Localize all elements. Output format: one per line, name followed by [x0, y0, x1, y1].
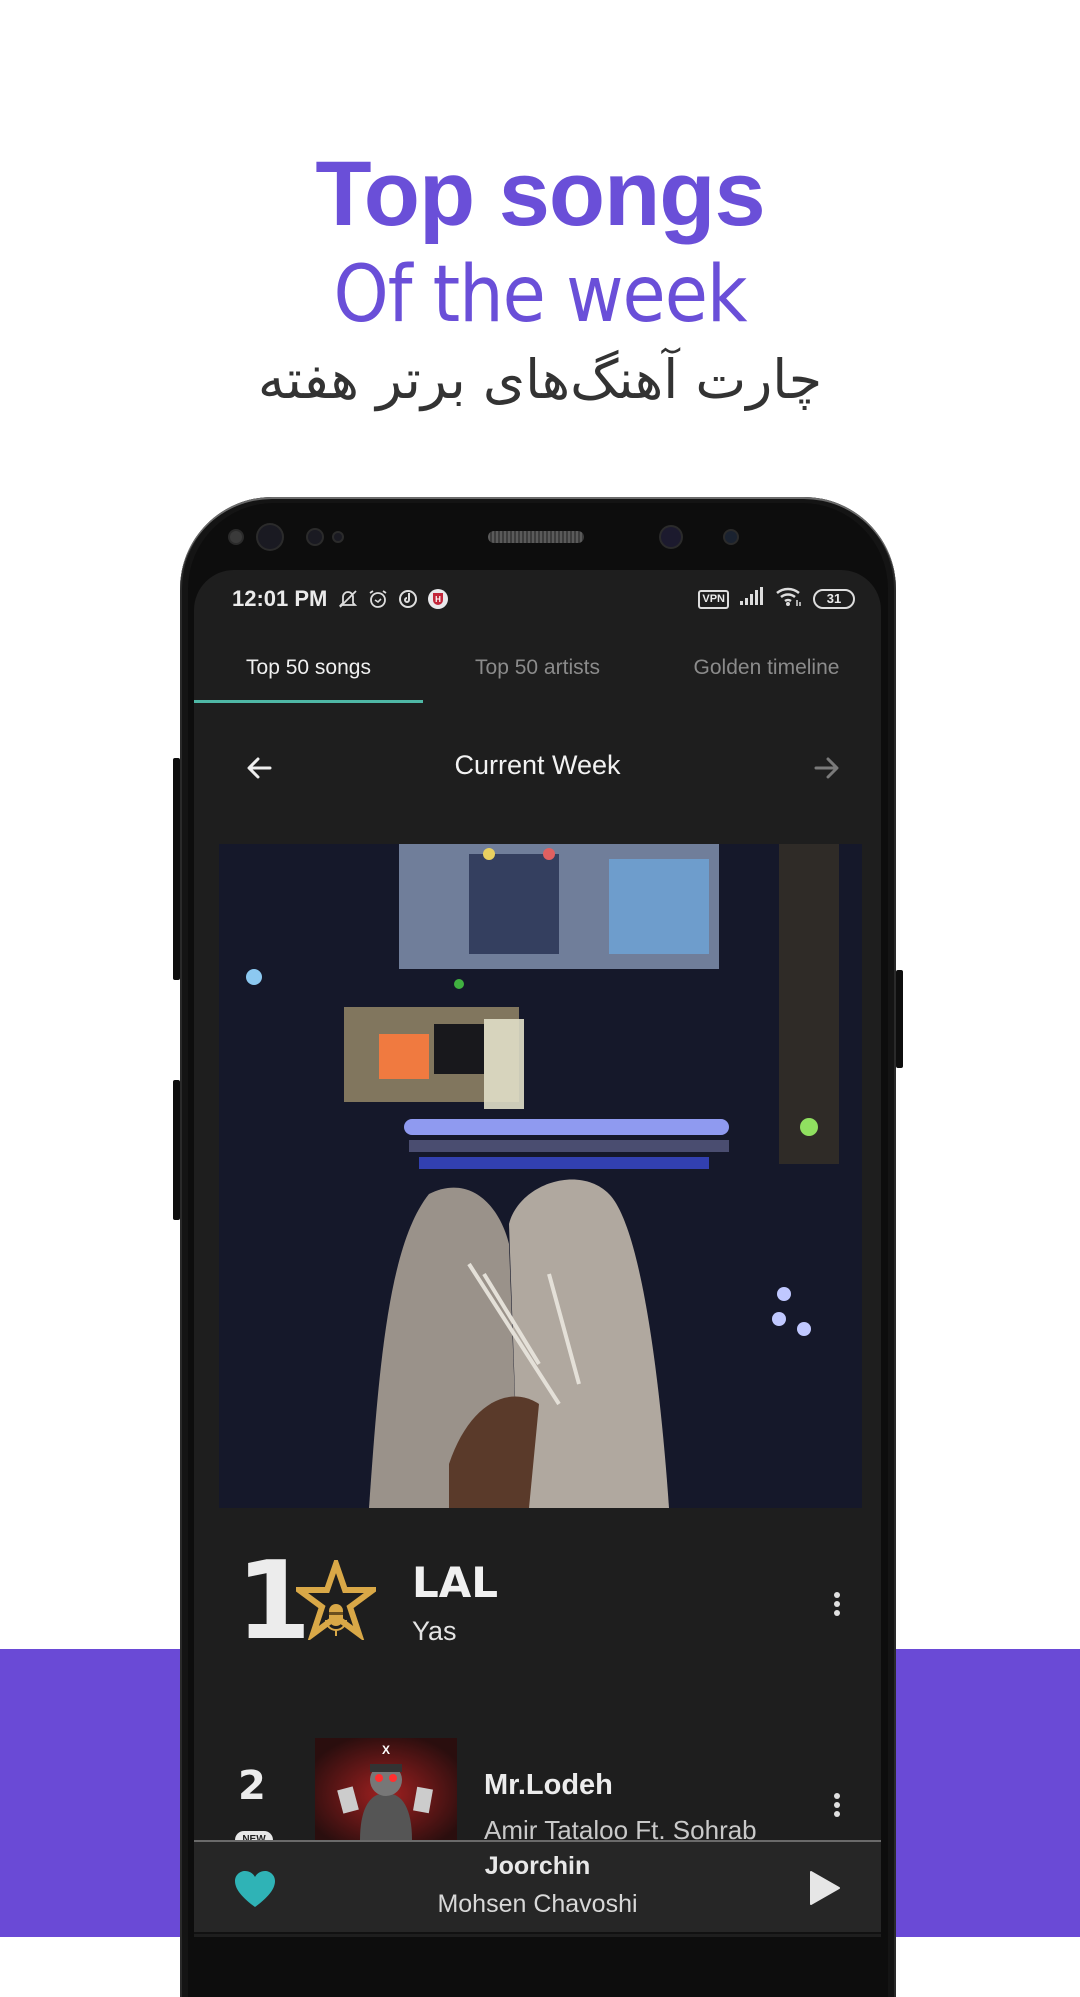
status-time: 12:01 PM: [232, 586, 328, 611]
now-playing-artist: Mohsen Chavoshi: [437, 1890, 638, 1918]
bixby-button: [173, 1080, 180, 1220]
power-button: [896, 970, 903, 1068]
iris-camera: [661, 527, 681, 547]
bell-off-icon: [337, 588, 359, 610]
tab-top-50-artists[interactable]: Top 50 artists: [423, 636, 652, 700]
chart-row-2[interactable]: 2 NEW X Mr.Lodeh Amir Tataloo Ft. Sohrab: [194, 1735, 881, 1849]
active-tab-indicator: [194, 700, 423, 703]
star-microphone-icon: [289, 1554, 383, 1643]
mini-player[interactable]: Joorchin Mohsen Chavoshi: [194, 1840, 881, 1934]
rank-number: 2: [238, 1763, 266, 1809]
front-camera: [258, 525, 282, 549]
week-title: Current Week: [454, 750, 621, 780]
week-navigator: Current Week: [194, 740, 881, 800]
sensor: [334, 533, 342, 541]
phone-screen: 12:01 PM H VPN 31 Top 50 songs Top 50 ar…: [194, 570, 881, 1937]
signal-icon: [739, 586, 765, 612]
wifi-icon: [775, 585, 803, 613]
song-title[interactable]: LAL: [412, 1558, 498, 1607]
chart-row-1[interactable]: 1 LAL Yas: [194, 1548, 881, 1660]
more-options-icon[interactable]: [827, 1584, 847, 1624]
proximity-sensor: [230, 531, 242, 543]
song-title[interactable]: Mr.Lodeh: [484, 1769, 613, 1802]
earpiece-speaker: [488, 531, 584, 543]
iris-sensor: [725, 531, 737, 543]
hero-title: Top songs: [315, 143, 765, 245]
more-options-icon[interactable]: [827, 1785, 847, 1825]
album-cover-image[interactable]: [219, 844, 862, 1508]
hero-persian-title: چارت آهنگ‌های برتر هفته: [257, 348, 823, 411]
shield-app-icon: H: [427, 588, 449, 610]
vpn-icon: VPN: [698, 589, 729, 609]
music-timer-icon: [397, 588, 419, 610]
play-icon[interactable]: [808, 1870, 842, 1906]
tab-top-50-songs[interactable]: Top 50 songs: [194, 636, 423, 700]
album-thumbnail[interactable]: X: [315, 1738, 457, 1840]
alarm-icon: [367, 588, 389, 610]
sensor: [308, 530, 322, 544]
status-bar: 12:01 PM H VPN 31: [232, 582, 855, 616]
arrow-right-icon[interactable]: [806, 748, 846, 788]
hero-subtitle: Of the week: [333, 250, 747, 340]
status-right: VPN 31: [698, 585, 855, 613]
svg-text:X: X: [382, 1743, 390, 1757]
tab-golden-timeline[interactable]: Golden timeline: [652, 636, 881, 700]
battery-indicator: 31: [813, 589, 855, 609]
svg-text:H: H: [436, 595, 442, 604]
song-artist[interactable]: Yas: [412, 1616, 457, 1647]
now-playing-title: Joorchin: [484, 1852, 591, 1880]
volume-button: [173, 758, 180, 980]
tab-bar: Top 50 songs Top 50 artists Golden timel…: [194, 636, 881, 703]
